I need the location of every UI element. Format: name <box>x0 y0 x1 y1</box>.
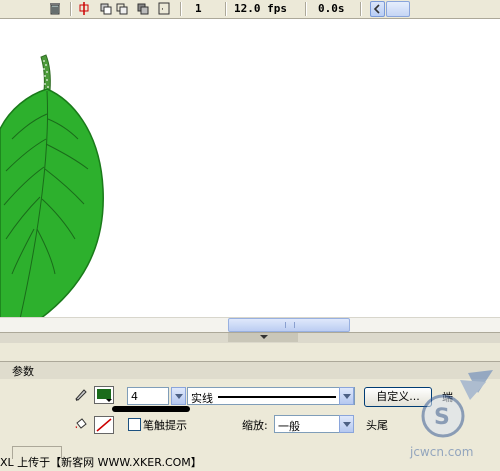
trash-icon[interactable] <box>49 2 61 15</box>
stroke-hinting-label: 笔触提示 <box>143 419 187 432</box>
stroke-style-preview <box>218 396 336 398</box>
tab-parameters[interactable]: 参数 <box>12 363 34 379</box>
stroke-width-input[interactable]: 4 <box>127 387 169 405</box>
stroke-hinting-checkbox[interactable] <box>128 418 141 431</box>
end-label: 端 <box>442 391 453 404</box>
stroke-style-dropdown-button[interactable] <box>339 387 354 405</box>
stroke-style-select[interactable]: 实线 <box>187 387 355 405</box>
leaf-drawing[interactable] <box>0 19 500 319</box>
stroke-color-swatch[interactable] <box>94 386 114 404</box>
toolbar-divider <box>225 2 227 16</box>
paint-bucket-icon <box>74 417 88 434</box>
panel-gap <box>0 343 500 359</box>
stroke-width-dropdown-button[interactable] <box>171 387 186 405</box>
timeline-scroll-thumb[interactable] <box>386 1 410 17</box>
center-frame-icon[interactable] <box>79 2 89 15</box>
timeline-status-bar: · 1 12.0 fps 0.0s <box>0 0 500 19</box>
stage-horizontal-scrollbar[interactable] <box>0 317 500 332</box>
onion-skin-outlines-icon[interactable] <box>116 2 128 15</box>
footer-bar: XL 上传于【新客网 WWW.XKER.COM】 <box>0 446 500 470</box>
elapsed-time: 0.0s <box>318 2 345 15</box>
toolbar-divider <box>180 2 182 16</box>
pencil-icon <box>74 387 88 404</box>
scroll-grip-icon <box>285 322 295 328</box>
scale-dropdown-button[interactable] <box>339 415 354 433</box>
custom-stroke-button[interactable]: 自定义... <box>364 387 432 407</box>
stage-canvas[interactable] <box>0 19 500 319</box>
leaf-stem <box>40 54 51 92</box>
toolbar-divider <box>360 2 362 16</box>
stroke-width-underline <box>112 406 190 412</box>
timeline-scroll-left-button[interactable] <box>370 1 385 17</box>
frame-rate: 12.0 fps <box>234 2 287 15</box>
current-frame: 1 <box>195 2 202 15</box>
onion-skin-icon[interactable] <box>100 2 112 15</box>
collapse-arrow-icon[interactable] <box>260 335 268 339</box>
properties-panel-header: 参数 <box>0 361 500 380</box>
toolbar-divider <box>305 2 307 16</box>
fill-color-swatch[interactable] <box>94 416 114 434</box>
leaf-body <box>0 88 104 319</box>
footer-credit: XL 上传于【新客网 WWW.XKER.COM】 <box>0 456 202 469</box>
cap-label: 头尾 <box>366 419 388 432</box>
edit-multiple-frames-icon[interactable] <box>137 2 149 15</box>
scale-label: 缩放: <box>242 419 268 432</box>
modify-onion-markers-icon[interactable]: · <box>158 2 170 15</box>
stage-scroll-thumb[interactable] <box>228 318 350 332</box>
toolbar-divider <box>70 2 72 16</box>
svg-text:·: · <box>161 5 164 15</box>
